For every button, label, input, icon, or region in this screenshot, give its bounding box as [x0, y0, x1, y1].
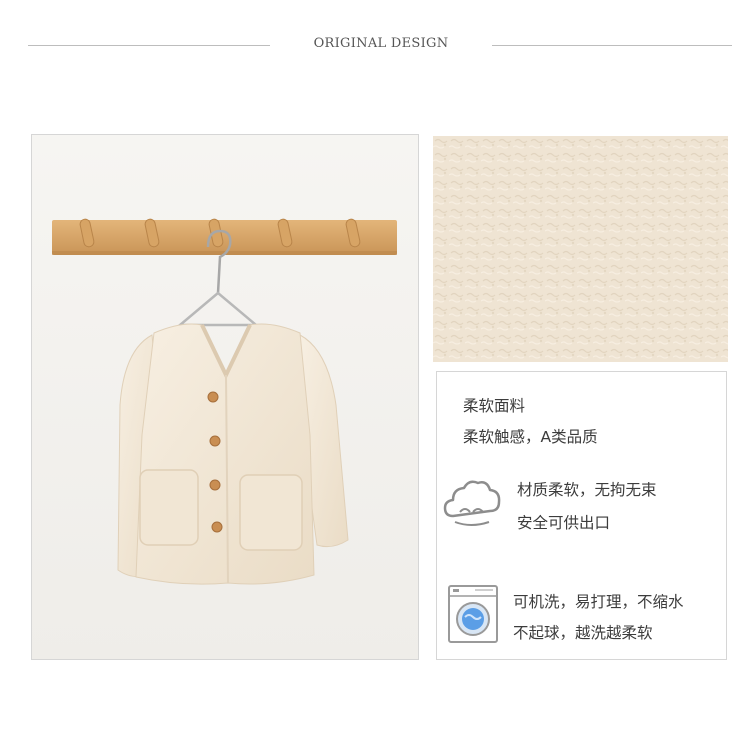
product-photo: [31, 134, 419, 660]
product-illustration: [32, 135, 418, 659]
washing-machine-icon: [447, 584, 499, 644]
header-title: ORIGINAL DESIGN: [313, 36, 449, 51]
fabric-texture: [433, 136, 728, 362]
cloud-icon: [443, 478, 501, 528]
comfort-line-1: 材质柔软，无拘无束: [517, 481, 657, 499]
header-divider-right: [492, 45, 732, 46]
fabric-description: 柔软触感，A类品质: [463, 428, 598, 446]
coat-rack: [52, 218, 397, 255]
header-divider-left: [28, 45, 270, 46]
fabric-title: 柔软面料: [463, 397, 526, 415]
jacket: [117, 323, 349, 585]
feature-panel: 柔软面料 柔软触感，A类品质 材质柔软，无拘无束 安全可供出口 可机洗，易打理，…: [436, 371, 727, 660]
fabric-closeup: [433, 136, 728, 362]
comfort-line-2: 安全可供出口: [517, 514, 611, 532]
wash-line-1: 可机洗，易打理，不缩水: [513, 593, 684, 611]
wash-line-2: 不起球，越洗越柔软: [513, 624, 653, 642]
